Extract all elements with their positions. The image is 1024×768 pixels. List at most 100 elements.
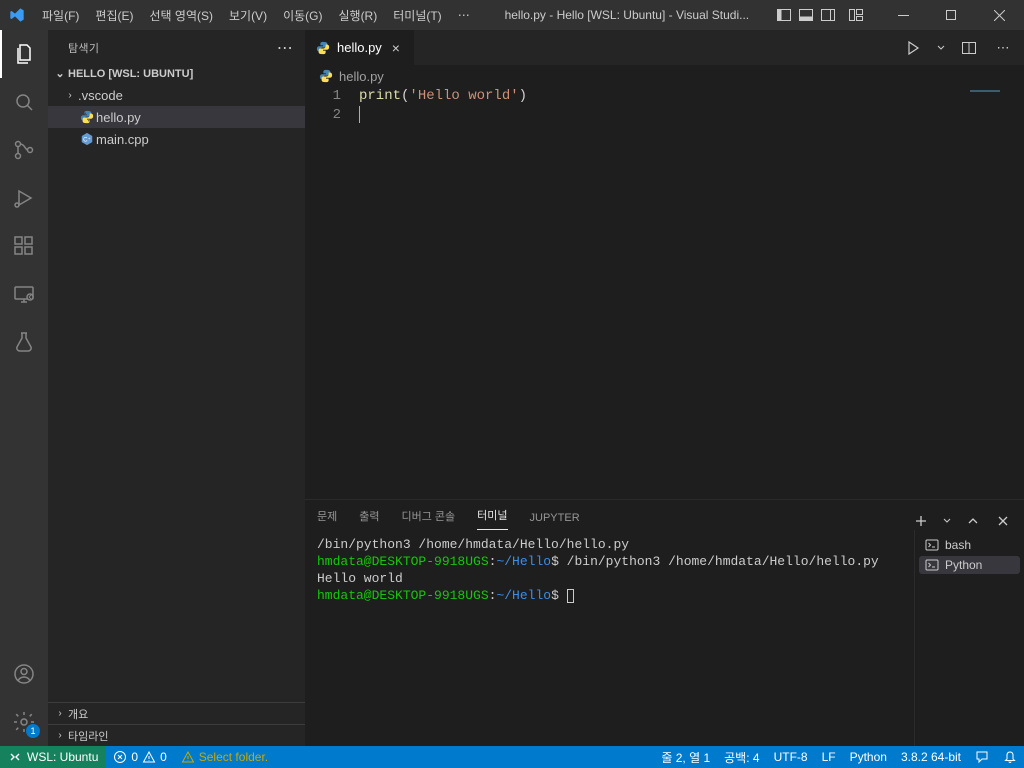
toggle-primary-sidebar-icon[interactable] (776, 7, 792, 23)
main: 1 탐색기 ⋯ ⌄ HELLO [WSL: UBUNTU] › .vscode … (0, 30, 1024, 746)
warning-icon (181, 750, 195, 764)
session-label: Python (945, 558, 982, 572)
editor-scrollbar[interactable] (1010, 87, 1024, 499)
terminal[interactable]: /bin/python3 /home/hmdata/Hello/hello.py… (305, 530, 914, 746)
title-bar: 파일(F) 편집(E) 선택 영역(S) 보기(V) 이동(G) 실행(R) 터… (0, 0, 1024, 30)
sidebar-title: 탐색기 ⋯ (48, 30, 305, 65)
editor-more-icon[interactable]: ⋯ (992, 37, 1014, 59)
activity-accounts[interactable] (0, 650, 48, 698)
file-tree: › .vscode hello.py C⁺ main.cpp (48, 84, 305, 702)
outline-section[interactable]: › 개요 (48, 702, 305, 724)
tree-label: hello.py (96, 110, 141, 125)
editor-tabs: hello.py × ⋯ (305, 30, 1024, 65)
activity-remote-explorer[interactable] (0, 270, 48, 318)
menu-file[interactable]: 파일(F) (34, 0, 87, 30)
menu-view[interactable]: 보기(V) (221, 0, 275, 30)
menu-terminal[interactable]: 터미널(T) (385, 0, 449, 30)
menu-selection[interactable]: 선택 영역(S) (141, 0, 221, 30)
tab-label: hello.py (337, 40, 382, 55)
tree-file-hello-py[interactable]: hello.py (48, 106, 305, 128)
python-file-icon (315, 41, 331, 55)
terminal-session-bash[interactable]: bash (919, 536, 1020, 554)
tree-file-main-cpp[interactable]: C⁺ main.cpp (48, 128, 305, 150)
activity-source-control[interactable] (0, 126, 48, 174)
tab-close-icon[interactable]: × (388, 40, 404, 56)
menu-go[interactable]: 이동(G) (275, 0, 330, 30)
terminal-sessions: bash Python (914, 530, 1024, 746)
panel-tab-problems[interactable]: 문제 (317, 508, 337, 530)
window-close[interactable] (976, 0, 1022, 30)
new-terminal-icon[interactable] (912, 512, 930, 530)
activity-bar: 1 (0, 30, 48, 746)
toggle-secondary-sidebar-icon[interactable] (820, 7, 836, 23)
panel-tab-debug[interactable]: 디버그 콘솔 (402, 508, 456, 530)
token-function: print (359, 88, 401, 104)
customize-layout-icon[interactable] (848, 7, 864, 23)
chevron-down-icon: ⌄ (52, 67, 68, 80)
menu-overflow[interactable]: ⋯ (450, 0, 478, 30)
menu-run[interactable]: 실행(R) (330, 0, 385, 30)
activity-debug[interactable] (0, 174, 48, 222)
code-editor[interactable]: 1 2 print('Hello world') (305, 87, 1024, 499)
status-encoding[interactable]: UTF-8 (767, 746, 815, 768)
activity-testing[interactable] (0, 318, 48, 366)
menu-edit[interactable]: 편집(E) (87, 0, 141, 30)
terminal-line: /bin/python3 /home/hmdata/Hello/hello.py (317, 536, 902, 553)
editor-actions: ⋯ (902, 30, 1024, 65)
window-title: hello.py - Hello [WSL: Ubuntu] - Visual … (478, 8, 776, 22)
tab-hello-py[interactable]: hello.py × (305, 30, 415, 65)
status-select-folder[interactable]: Select folder. (174, 746, 275, 768)
status-eol[interactable]: LF (815, 746, 843, 768)
breadcrumb[interactable]: hello.py (305, 65, 1024, 87)
status-notifications-icon[interactable] (996, 746, 1024, 768)
explorer-root-label: HELLO [WSL: UBUNTU] (68, 68, 193, 80)
sidebar-title-label: 탐색기 (68, 40, 99, 56)
toggle-panel-icon[interactable] (798, 7, 814, 23)
panel: 문제 출력 디버그 콘솔 터미널 JUPYTER /bin/python3 /h… (305, 499, 1024, 746)
timeline-section[interactable]: › 타임라인 (48, 724, 305, 746)
maximize-panel-icon[interactable] (964, 512, 982, 530)
editor-cursor (359, 106, 360, 123)
sidebar: 탐색기 ⋯ ⌄ HELLO [WSL: UBUNTU] › .vscode he… (48, 30, 305, 746)
tree-folder-vscode[interactable]: › .vscode (48, 84, 305, 106)
minimap[interactable] (950, 87, 1010, 499)
titlebar-right (776, 0, 1024, 30)
tree-label: main.cpp (96, 132, 149, 147)
remote-icon (8, 750, 22, 764)
status-interpreter[interactable]: 3.8.2 64-bit (894, 746, 968, 768)
run-button[interactable] (902, 37, 924, 59)
panel-tab-terminal[interactable]: 터미널 (477, 507, 507, 530)
status-remote[interactable]: WSL: Ubuntu (0, 746, 106, 768)
split-editor-icon[interactable] (958, 37, 980, 59)
status-feedback-icon[interactable] (968, 746, 996, 768)
warning-icon (142, 750, 156, 764)
code-content[interactable]: print('Hello world') (359, 87, 1024, 499)
status-indentation[interactable]: 공백: 4 (717, 746, 766, 768)
sidebar-more-icon[interactable]: ⋯ (277, 38, 293, 58)
terminal-icon (925, 558, 939, 572)
python-file-icon (78, 110, 96, 124)
close-panel-icon[interactable] (994, 512, 1012, 530)
terminal-icon (925, 538, 939, 552)
activity-search[interactable] (0, 78, 48, 126)
timeline-label: 타임라인 (68, 728, 108, 744)
panel-tab-output[interactable]: 출력 (359, 508, 379, 530)
activity-explorer[interactable] (0, 30, 48, 78)
run-dropdown-icon[interactable] (936, 37, 946, 59)
vscode-logo (0, 7, 34, 23)
panel-tabs: 문제 출력 디버그 콘솔 터미널 JUPYTER (305, 500, 1024, 530)
terminal-line: hmdata@DESKTOP-9918UGS:~/Hello$ /bin/pyt… (317, 553, 902, 570)
panel-tab-jupyter[interactable]: JUPYTER (530, 512, 580, 530)
window-minimize[interactable] (880, 0, 926, 30)
status-problems[interactable]: 0 0 (106, 746, 173, 768)
new-terminal-dropdown-icon[interactable] (942, 512, 952, 530)
status-ln-col[interactable]: 줄 2, 열 1 (654, 746, 717, 768)
window-maximize[interactable] (928, 0, 974, 30)
activity-extensions[interactable] (0, 222, 48, 270)
activity-settings[interactable]: 1 (0, 698, 48, 746)
token-punct: ) (519, 88, 527, 104)
explorer-root[interactable]: ⌄ HELLO [WSL: UBUNTU] (48, 65, 305, 84)
status-language[interactable]: Python (843, 746, 894, 768)
terminal-session-python[interactable]: Python (919, 556, 1020, 574)
line-number: 1 (305, 87, 341, 106)
